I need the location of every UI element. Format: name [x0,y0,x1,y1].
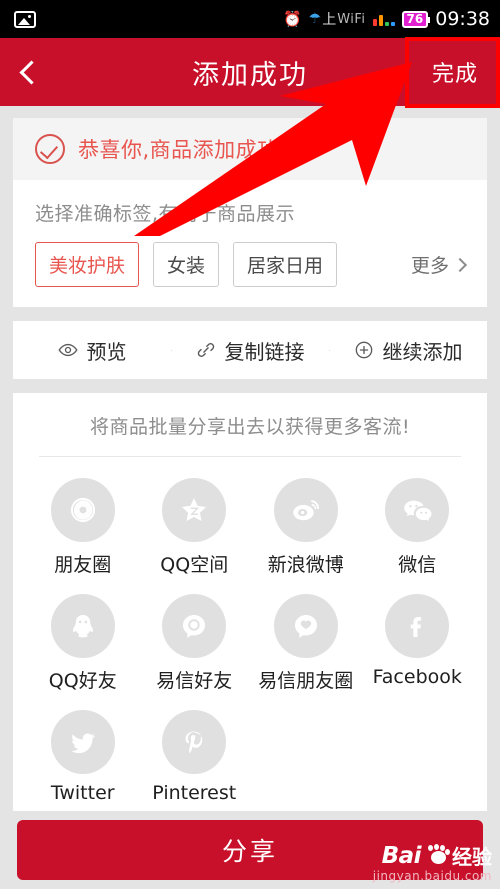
share-label-qzone: QQ空间 [160,554,229,576]
quick-actions-card: 预览 复制链接 继续添加 [13,321,487,379]
share-grid: 朋友圈 QQ空间 新浪微博 微信 QQ好友 易信好友 易信朋友圈 Faceboo… [13,467,487,810]
share-button[interactable]: 分享 [17,820,483,880]
share-label-qq-friend: QQ好友 [48,670,117,692]
share-card: 将商品批量分享出去以获得更多客流! 朋友圈 QQ空间 新浪微博 微信 QQ好友 … [13,393,487,832]
share-label-moments: 朋友圈 [54,554,112,576]
back-button[interactable] [0,38,62,106]
bottom-bar: 分享 [0,811,500,889]
share-label-twitter: Twitter [50,782,115,804]
more-tags-button[interactable]: 更多 [410,251,468,278]
page-title: 添加成功 [192,59,308,91]
plus-circle-icon [354,340,374,360]
status-bar-left [14,10,36,28]
share-label-facebook: Facebook [372,666,462,688]
yixin-friend-icon [162,594,227,658]
done-button[interactable]: 完成 [432,56,478,88]
share-item-yixin-moments[interactable]: 易信朋友圈 [250,583,362,699]
share-item-qq-friend[interactable]: QQ好友 [27,583,139,699]
share-label-yixin-friend: 易信好友 [156,670,233,692]
wifi-robot-icon: ☂ [308,11,322,27]
moments-aperture-icon [50,478,115,542]
chevron-left-icon [18,59,44,85]
yixin-moments-icon [273,594,338,658]
tag-chip-0[interactable]: 美妆护肤 [35,242,140,287]
share-item-pinterest[interactable]: Pinterest [139,699,251,810]
continue-add-action[interactable]: 继续添加 [329,336,487,365]
share-label-wechat: 微信 [398,554,437,576]
wifi-status-en: WiFi [337,11,366,27]
wifi-status-cn: 上 [322,12,337,28]
twitter-icon [50,710,115,774]
tags-hint: 选择准确标签,有利于商品展示 [35,203,296,225]
share-item-moments[interactable]: 朋友圈 [27,467,139,583]
qzone-star-icon [162,478,227,542]
pinterest-icon [162,710,227,774]
signal-bars-icon [372,13,395,26]
chevron-right-icon [452,257,468,272]
phone-screen: ⏰ ☂ 上 WiFi 76 09:38 添加成功 完成 恭喜你,商品添加成功! [0,0,500,889]
check-circle-icon [35,134,65,164]
share-item-weibo[interactable]: 新浪微博 [250,467,362,583]
wifi-status: ☂ 上 WiFi [309,9,366,29]
app-header: 添加成功 完成 [0,38,500,106]
tags-row: 美妆护肤 女装 居家日用 更多 [13,226,487,307]
share-label-yixin-moments: 易信朋友圈 [258,670,354,692]
share-item-wechat[interactable]: 微信 [362,467,474,583]
qq-penguin-icon [50,594,115,658]
copy-link-action[interactable]: 复制链接 [171,336,329,365]
facebook-icon [385,594,450,658]
link-icon [196,340,216,360]
wechat-icon [385,478,450,542]
share-item-qzone[interactable]: QQ空间 [139,467,251,583]
tag-chip-1[interactable]: 女装 [153,242,220,287]
success-banner: 恭喜你,商品添加成功! [13,118,487,180]
photo-icon [14,10,36,28]
preview-action[interactable]: 预览 [13,336,171,365]
continue-add-label: 继续添加 [382,339,463,364]
copy-link-label: 复制链接 [224,339,305,364]
more-tags-label: 更多 [410,255,449,277]
status-bar-right: ⏰ ☂ 上 WiFi 76 09:38 [283,9,490,29]
quick-actions-row: 预览 复制链接 继续添加 [13,321,487,379]
share-hint: 将商品批量分享出去以获得更多客流! [89,416,411,438]
share-label-weibo: 新浪微博 [267,554,344,576]
share-item-yixin-friend[interactable]: 易信好友 [139,583,251,699]
tag-chip-2[interactable]: 居家日用 [233,242,338,287]
share-label-pinterest: Pinterest [152,782,237,804]
preview-label: 预览 [86,339,127,364]
weibo-icon [273,478,338,542]
success-message: 恭喜你,商品添加成功! [78,138,288,162]
eye-icon [57,340,78,360]
share-divider [39,456,461,457]
alarm-clock-icon: ⏰ [282,9,302,28]
battery-level: 76 [406,12,424,26]
share-item-facebook[interactable]: Facebook [362,583,474,699]
product-added-card: 恭喜你,商品添加成功! 选择准确标签,有利于商品展示 美妆护肤 女装 居家日用 … [13,118,487,307]
status-bar: ⏰ ☂ 上 WiFi 76 09:38 [0,0,500,38]
status-bar-clock: 09:38 [435,7,490,30]
share-item-twitter[interactable]: Twitter [27,699,139,810]
battery-icon: 76 [401,10,430,28]
